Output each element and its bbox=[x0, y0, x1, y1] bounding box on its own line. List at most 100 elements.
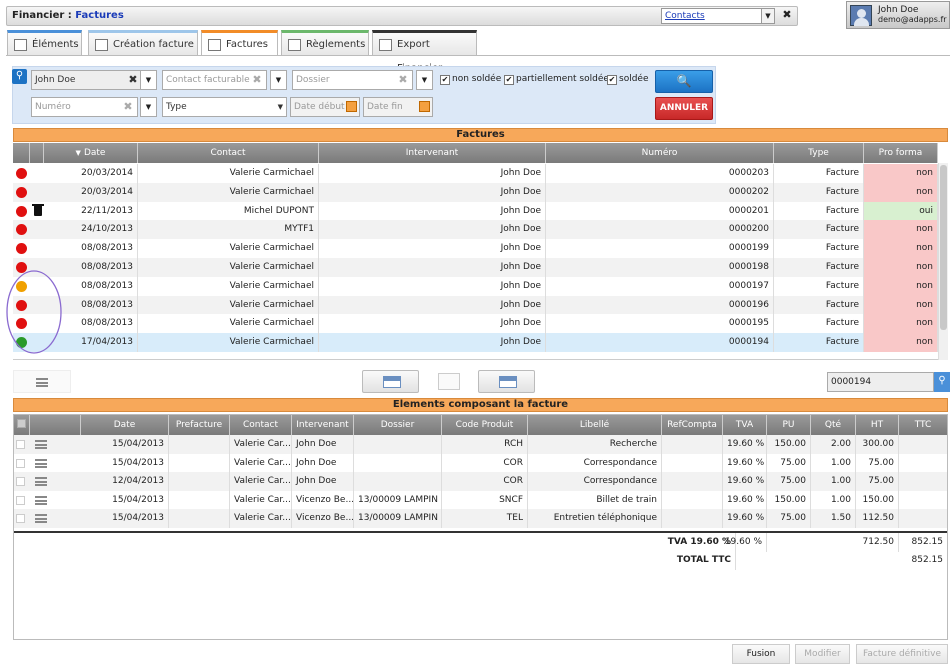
checkbox[interactable] bbox=[16, 477, 25, 487]
clear-icon[interactable]: ✖ bbox=[248, 71, 266, 89]
check-non-soldee[interactable]: ✔ non soldée bbox=[440, 74, 501, 85]
trash-icon[interactable] bbox=[32, 203, 44, 216]
column-header[interactable]: TVA bbox=[723, 415, 767, 435]
checkbox[interactable] bbox=[16, 440, 25, 449]
dossier-field[interactable]: Dossier ✖ bbox=[292, 70, 413, 90]
table-row[interactable]: 15/04/2013 Valerie Car... Vicenzo Be... 13/… bbox=[13, 509, 948, 529]
search-icon[interactable]: ⚲ bbox=[934, 372, 950, 392]
column-header[interactable]: Contact bbox=[230, 415, 292, 435]
table-row[interactable]: 08/08/2013 Valerie Carmichael John Doe 0000… bbox=[13, 276, 938, 296]
facture-definitive-button[interactable]: Facture définitive bbox=[856, 644, 948, 664]
column-header[interactable] bbox=[30, 415, 81, 435]
checkbox[interactable] bbox=[16, 458, 25, 468]
tab-3[interactable]: Règlements bbox=[281, 30, 369, 56]
column-header[interactable]: Contact bbox=[138, 143, 319, 163]
tab-4[interactable]: Export Financier bbox=[372, 30, 477, 74]
checkbox-checked-icon[interactable]: ✔ bbox=[440, 75, 450, 85]
list-view-button[interactable] bbox=[13, 370, 71, 393]
column-header[interactable]: HT bbox=[856, 415, 899, 435]
column-header[interactable]: TTC bbox=[899, 415, 948, 435]
column-header[interactable]: Date bbox=[81, 415, 169, 435]
menu-icon[interactable] bbox=[35, 495, 47, 505]
checkbox[interactable] bbox=[16, 514, 25, 524]
chevron-down-icon[interactable]: ▼ bbox=[140, 70, 157, 90]
modifier-button[interactable]: Modifier bbox=[795, 644, 850, 664]
user-box[interactable]: John Doe demo@adapps.fr bbox=[846, 1, 950, 29]
fusion-button[interactable]: Fusion bbox=[732, 644, 790, 664]
table-row[interactable]: 20/03/2014 Valerie Carmichael John Doe 0000… bbox=[13, 182, 938, 202]
search-button[interactable]: 🔍 bbox=[655, 70, 713, 93]
window-bottom-icon[interactable] bbox=[499, 376, 517, 388]
chevron-down-icon[interactable]: ▼ bbox=[761, 9, 774, 23]
tab-2[interactable]: Factures bbox=[201, 30, 278, 56]
menu-icon[interactable] bbox=[35, 477, 47, 487]
column-header[interactable]: Dossier bbox=[354, 415, 442, 435]
checkbox[interactable] bbox=[16, 419, 26, 428]
checkbox[interactable] bbox=[16, 495, 25, 505]
menu-icon[interactable] bbox=[35, 440, 47, 449]
column-header[interactable]: PU bbox=[767, 415, 811, 435]
column-header[interactable] bbox=[30, 143, 44, 163]
menu-icon[interactable] bbox=[36, 378, 48, 387]
table-row[interactable]: 17/04/2013 Valerie Carmichael John Doe 0000… bbox=[13, 333, 938, 353]
date-fin-field[interactable]: Date fin bbox=[363, 97, 433, 117]
check-soldee[interactable]: ✔ soldée bbox=[607, 74, 648, 85]
checkbox-checked-icon[interactable]: ✔ bbox=[607, 75, 617, 85]
date-debut-field[interactable]: Date début bbox=[290, 97, 360, 117]
table-row[interactable]: 24/10/2013 MYTF1 John Doe 0000200 Facture non bbox=[13, 220, 938, 240]
table-row[interactable]: 15/04/2013 Valerie Car... John Doe COR Corre… bbox=[13, 453, 948, 473]
layout-split-button[interactable] bbox=[438, 373, 460, 390]
scrollbar-thumb[interactable] bbox=[940, 165, 947, 330]
contact-field[interactable]: Contact facturable ✖ bbox=[162, 70, 267, 90]
column-header[interactable]: ▼ Date bbox=[44, 143, 138, 163]
column-header[interactable] bbox=[13, 415, 30, 435]
sort-desc-icon[interactable]: ▼ bbox=[76, 149, 81, 157]
menu-icon[interactable] bbox=[35, 514, 47, 524]
window-top-icon[interactable] bbox=[383, 376, 401, 388]
table-row[interactable]: 12/04/2013 Valerie Car... John Doe COR Corre… bbox=[13, 472, 948, 492]
column-header[interactable]: Type bbox=[774, 143, 864, 163]
column-header[interactable]: Code Produit bbox=[442, 415, 528, 435]
layout-top-button[interactable] bbox=[362, 370, 419, 393]
column-header[interactable]: Prefacture bbox=[169, 415, 230, 435]
numero-field[interactable]: Numéro ✖ bbox=[31, 97, 138, 117]
column-header[interactable]: RefCompta bbox=[662, 415, 723, 435]
table-row[interactable]: 15/04/2013 Valerie Car... John Doe RCH Reche… bbox=[13, 435, 948, 454]
checkbox-checked-icon[interactable]: ✔ bbox=[504, 75, 514, 85]
close-icon[interactable]: ✖ bbox=[781, 8, 793, 22]
selected-numero-field[interactable]: 0000194 bbox=[827, 372, 934, 392]
table-row[interactable]: 20/03/2014 Valerie Carmichael John Doe 0000… bbox=[13, 164, 938, 183]
clear-icon[interactable]: ✖ bbox=[394, 71, 412, 89]
type-select[interactable]: Type ▼ bbox=[162, 97, 287, 117]
column-label: Intervenant bbox=[296, 420, 349, 430]
chevron-down-icon[interactable]: ▼ bbox=[416, 70, 433, 90]
column-header[interactable]: Intervenant bbox=[292, 415, 354, 435]
column-header[interactable]: Intervenant bbox=[319, 143, 546, 163]
scrollbar[interactable] bbox=[938, 163, 948, 360]
column-header[interactable]: Numéro bbox=[546, 143, 774, 163]
intervenant-field[interactable]: John Doe ✖ bbox=[31, 70, 143, 90]
tab-1[interactable]: Création facture bbox=[88, 30, 198, 56]
table-row[interactable]: 08/08/2013 Valerie Carmichael John Doe 0000… bbox=[13, 295, 938, 315]
menu-icon[interactable] bbox=[35, 458, 47, 468]
calendar-icon[interactable] bbox=[419, 101, 430, 112]
table-row[interactable]: 08/08/2013 Valerie Carmichael John Doe 0000… bbox=[13, 258, 938, 277]
check-partielle[interactable]: ✔ partiellement soldée bbox=[504, 74, 609, 85]
chevron-down-icon[interactable]: ▼ bbox=[270, 70, 287, 90]
contacts-select[interactable]: Contacts ▼ bbox=[661, 8, 775, 24]
column-header[interactable] bbox=[13, 143, 30, 163]
search-icon[interactable]: ⚲ bbox=[12, 69, 27, 84]
column-header[interactable]: Libellé bbox=[528, 415, 662, 435]
chevron-down-icon[interactable]: ▼ bbox=[140, 97, 157, 117]
calendar-icon[interactable] bbox=[346, 101, 357, 112]
table-row[interactable]: 15/04/2013 Valerie Car... Vicenzo Be... 13/… bbox=[13, 490, 948, 510]
tab-0[interactable]: Éléments bbox=[7, 30, 82, 56]
column-header[interactable]: Pro forma bbox=[864, 143, 938, 163]
table-row[interactable]: 08/08/2013 Valerie Carmichael John Doe 0000… bbox=[13, 314, 938, 334]
table-row[interactable]: 08/08/2013 Valerie Carmichael John Doe 0000… bbox=[13, 239, 938, 259]
layout-bottom-button[interactable] bbox=[478, 370, 535, 393]
cancel-button[interactable]: ANNULER bbox=[655, 97, 713, 120]
column-header[interactable]: Qté bbox=[811, 415, 856, 435]
table-row[interactable]: 22/11/2013 Michel DUPONT John Doe 0000201 Fa… bbox=[13, 201, 938, 221]
clear-icon[interactable]: ✖ bbox=[119, 98, 137, 116]
